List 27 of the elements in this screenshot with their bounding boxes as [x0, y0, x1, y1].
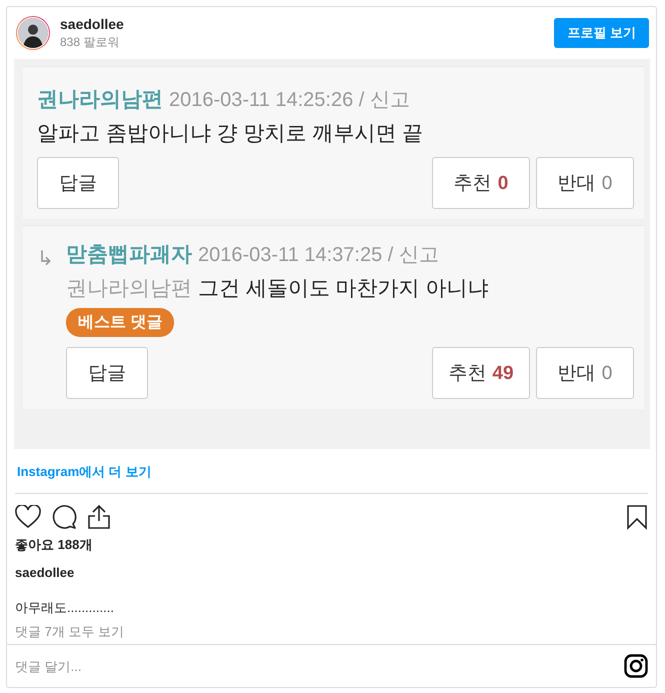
comment-meta: 2016-03-11 14:25:26 / 신고 — [169, 89, 410, 111]
comment-text: 알파고 좀밥아니냐 걍 망치로 깨부시면 끝 — [37, 122, 424, 145]
reply-arrow: ↳ — [37, 247, 54, 272]
comment-author: 권나라의남편 — [37, 88, 163, 111]
comment-text: 그건 세돌이도 마찬가지 아니냐 — [198, 277, 489, 300]
upvote-button[interactable]: 추천 49 — [432, 347, 530, 399]
caption-username[interactable]: saedollee — [7, 554, 656, 580]
comment-author: 맏춤뻡파괘자 — [66, 243, 192, 266]
heart-icon[interactable] — [15, 505, 41, 529]
avatar[interactable] — [16, 16, 50, 50]
caption: 아무래도............. — [14, 599, 115, 617]
share-icon[interactable] — [87, 504, 111, 530]
downvote-button[interactable]: 반대 0 — [536, 347, 634, 399]
username[interactable]: saedollee — [60, 16, 544, 32]
bookmark-icon[interactable] — [626, 504, 648, 530]
best-comment-badge: 베스트 댓글 — [66, 308, 174, 337]
comment-icon[interactable] — [51, 504, 77, 530]
instagram-icon[interactable] — [624, 654, 648, 678]
follower-count: 838 팔로워 — [60, 34, 120, 50]
upvote-button[interactable]: 추천 0 — [432, 157, 530, 209]
comment-input[interactable]: 댓글 달기... — [15, 658, 624, 674]
reply-button[interactable]: 답글 — [37, 157, 119, 209]
comment-meta: 2016-03-11 14:37:25 / 신고 — [198, 244, 439, 266]
reply-button[interactable]: 답글 — [66, 347, 148, 399]
downvote-button[interactable]: 반대 0 — [536, 157, 634, 209]
like-count: 좋아요 188개 — [14, 536, 94, 554]
mention: 권나라의남편 — [66, 277, 192, 300]
